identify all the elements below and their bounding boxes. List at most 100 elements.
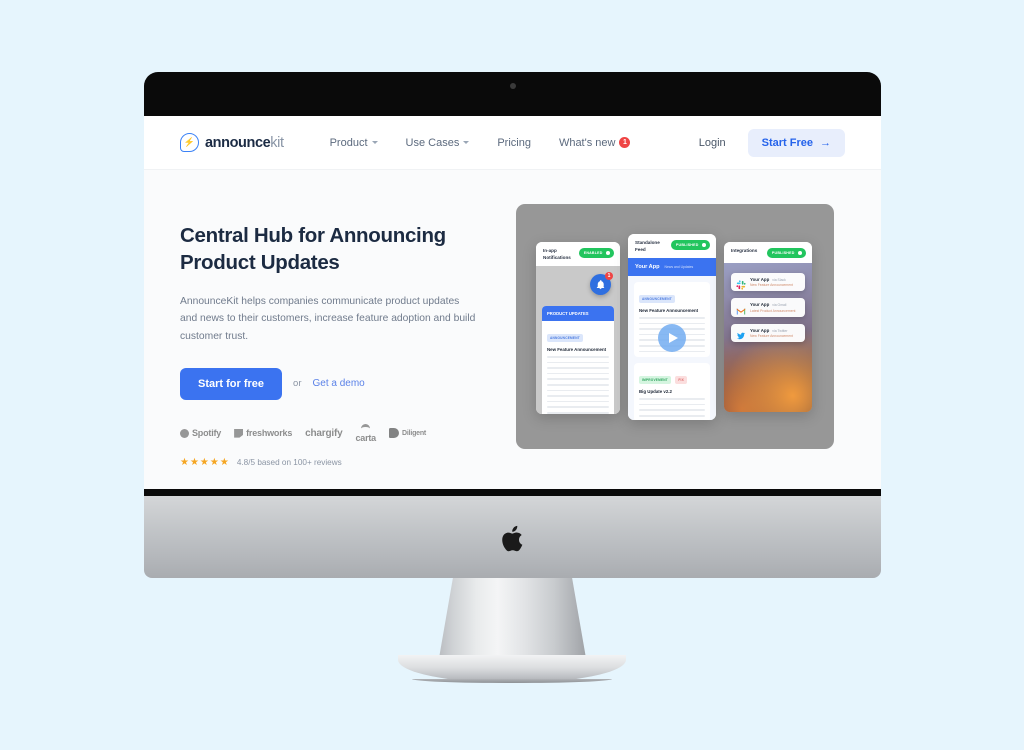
card1-body: 1 PRODUCT UPDATES ANNOUNCEMENT New Featu… [536,266,620,414]
rating-row: ★★★★★ 4.8/5 based on 100+ reviews [180,457,498,468]
nav-item-pricing[interactable]: Pricing [497,137,531,149]
nav-item-product-label: Product [329,136,368,149]
webcam-icon [509,83,516,89]
announcekit-chat-logo-icon: ⚡ [180,133,199,152]
hero-title-line1: Central Hub for Announcing [180,224,446,247]
skeleton-line [547,372,609,375]
in-app-notifications-card: In-app Notifications ENABLED 1 PRODUCT U… [536,242,620,414]
integration-toast-slack: Your App via Slack New Feature Announcem… [731,272,805,292]
skeleton-line [547,378,609,380]
logo-diligent-label: Diligent [401,429,427,437]
rating-text: 4.8/5 based on 100+ reviews [236,457,342,467]
site-navbar: ⚡ announcekit Product Use Cases Pricing … [144,116,881,169]
logo-chargify-label: chargify [305,427,343,439]
skeleton-line [547,406,609,408]
nav-item-use-cases[interactable]: Use Cases [406,137,470,149]
toast-twitter-meta: via Twitter [772,328,788,333]
star-rating-icon: ★★★★★ [180,456,230,468]
card3-title: Integrations [731,248,758,253]
logo-freshworks-label: freshworks [246,428,293,439]
monitor-stand-base [398,655,626,683]
slack-icon [736,277,746,290]
card2-post1-headline: New Feature Announcement [639,308,699,314]
play-button-icon[interactable] [658,324,686,353]
nav-item-use-cases-label: Use Cases [405,136,460,149]
card2-post-2: IMPROVEMENT FIX Big Update v2.2 [634,363,710,420]
card1-headline: New Feature Announcement [547,347,607,353]
card2-title: Standalone Feed [635,240,660,252]
skeleton-line [547,395,609,397]
hero-copy: Central Hub for Announcing Product Updat… [180,204,498,489]
apple-logo-icon [501,525,522,552]
logo-spotify: Spotify [180,428,221,438]
card1-feed-sheet: PRODUCT UPDATES ANNOUNCEMENT New Feature… [542,306,614,414]
hero-subtitle: AnnounceKit helps companies communicate … [180,295,476,342]
toast-gmail-meta: via Gmail [772,303,787,308]
toast-twitter-row: Your App via Twitter [750,328,793,333]
hero-section: Central Hub for Announcing Product Updat… [144,169,881,489]
logo-freshworks: freshworks [234,428,292,438]
brand-name-light: kit [270,134,284,151]
website-viewport: ⚡ announcekit Product Use Cases Pricing … [144,116,881,489]
skeleton-line [639,403,705,406]
nav-actions: Login Start Free → [699,128,845,157]
brand-name-bold: announce [205,134,271,151]
login-link[interactable]: Login [699,137,726,149]
card2-post1-tag: ANNOUNCEMENT [639,295,675,303]
or-separator: or [293,378,302,390]
bell-badge-count: 1 [605,272,613,281]
start-for-free-button[interactable]: Start for free [180,367,283,400]
notification-bell-icon: 1 [590,272,613,296]
toast-slack-app: Your App [750,276,770,282]
card2-app-subtitle: News and Updates [664,265,694,270]
arrow-right-icon: → [820,136,831,149]
nav-item-whats-new[interactable]: What's new 1 [559,137,631,149]
carta-icon [361,423,371,433]
get-a-demo-link[interactable]: Get a demo [312,378,364,389]
card1-status-label: ENABLED [583,250,603,255]
logo-carta-label: carta [355,432,376,443]
customer-logo-strip: Spotify freshworks chargify carta Dilige… [180,423,498,443]
skeleton-line [547,356,609,358]
start-free-label: Start Free [761,136,813,149]
whats-new-badge: 1 [619,137,631,148]
integration-toast-gmail: Your App via Gmail Latest Product Announ… [731,298,805,317]
hero-title-line2: Product Updates [180,251,340,275]
spotify-icon [180,428,189,438]
integrations-card: Integrations PUBLISHED Your App via Slac… [724,242,812,412]
nav-item-product[interactable]: Product [330,137,378,149]
logo-diligent: Diligent [388,428,427,439]
skeleton-line [639,317,705,319]
status-dot-icon [797,250,802,256]
start-free-button[interactable]: Start Free → [747,128,845,157]
standalone-feed-card: Standalone Feed PUBLISHED Your App News … [628,234,716,420]
monitor-screen: ⚡ announcekit Product Use Cases Pricing … [144,116,881,489]
toast-gmail-app: Your App [750,302,770,308]
card2-app-name: Your App [635,264,660,271]
card3-status-label: PUBLISHED [771,250,795,255]
illustration-panel: In-app Notifications ENABLED 1 PRODUCT U… [516,204,834,449]
skeleton-line [639,398,705,400]
monitor-stand-neck [438,578,587,664]
card2-appbar: Your App News and Updates [628,258,716,277]
card1-tag: ANNOUNCEMENT [547,334,583,342]
toast-gmail-row: Your App via Gmail [750,302,795,307]
brand-logo[interactable]: ⚡ announcekit [180,133,284,152]
card3-status-badge: PUBLISHED [766,248,806,258]
skeleton-line [639,414,705,417]
card2-post2-headline: Big Update v2.2 [639,389,672,395]
page-title: Central Hub for Announcing Product Updat… [180,222,498,277]
twitter-icon [736,328,746,340]
skeleton-line [547,389,609,392]
toast-twitter-body: New Feature Announcement [750,334,793,339]
nav-links: Product Use Cases Pricing What's new 1 [330,137,631,149]
nav-item-whats-new-label: What's new [558,136,616,149]
toast-gmail-body: Latest Product Announcement [750,308,796,313]
card1-feed-header: PRODUCT UPDATES [542,306,614,322]
nav-item-pricing-label: Pricing [497,136,531,149]
skeleton-line [547,361,609,364]
status-dot-icon [605,250,610,256]
page-root: ⚡ announcekit Product Use Cases Pricing … [0,0,1024,750]
skeleton-line [547,411,609,414]
logo-carta: carta [355,423,376,443]
